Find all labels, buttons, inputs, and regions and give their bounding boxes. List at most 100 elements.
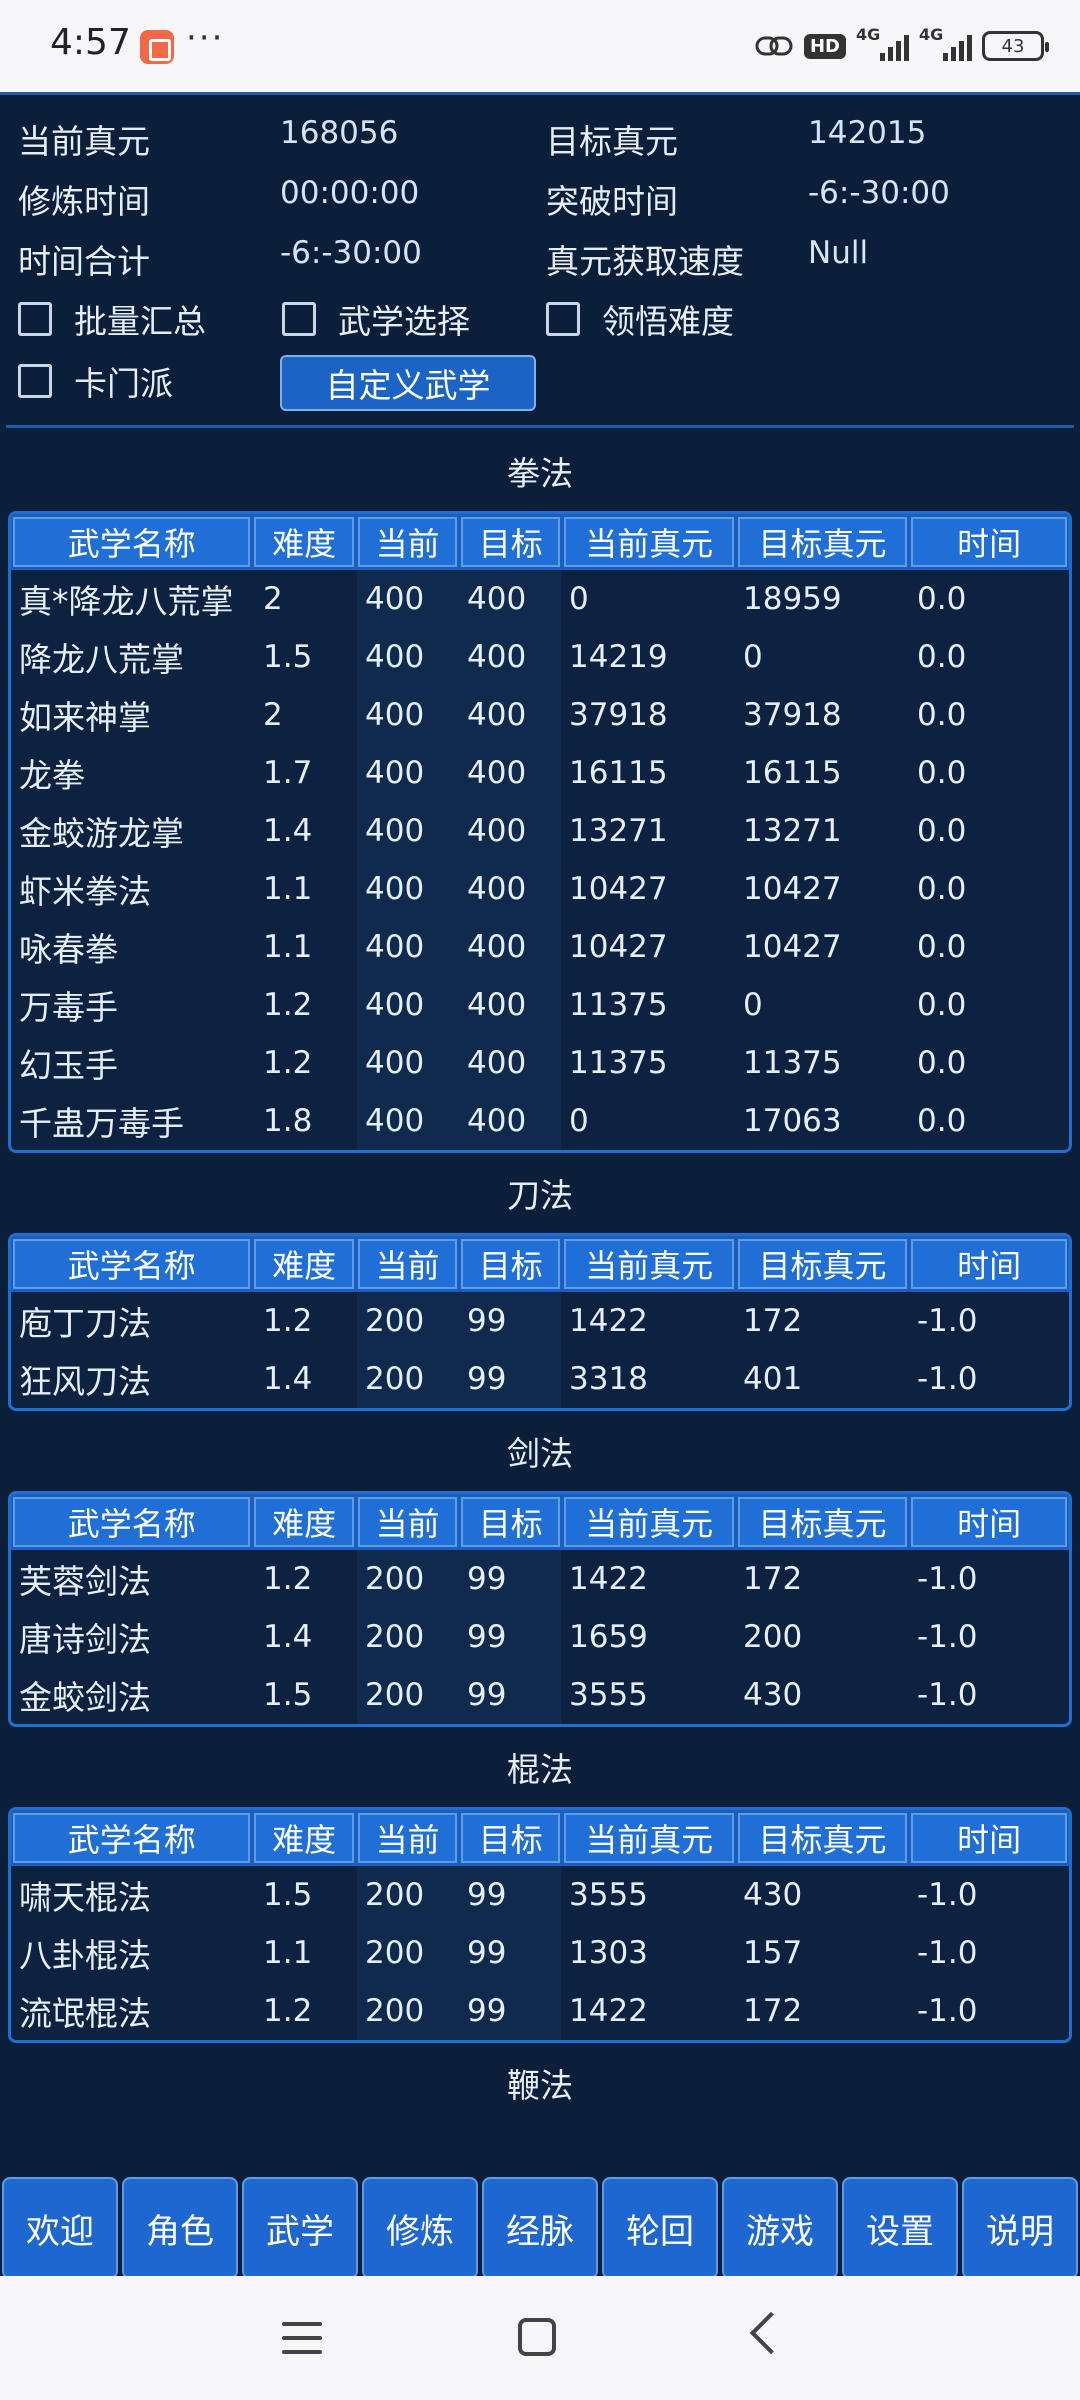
column-header-time[interactable]: 时间 xyxy=(911,1813,1067,1863)
column-header-target[interactable]: 目标 xyxy=(461,517,561,567)
tab-1[interactable]: 角色 xyxy=(122,2177,238,2279)
column-header-target[interactable]: 目标 xyxy=(461,1239,561,1289)
column-header-target[interactable]: 目标 xyxy=(461,1813,561,1863)
column-header-time[interactable]: 时间 xyxy=(911,1497,1067,1547)
cell-tgt-zy: 37918 xyxy=(743,697,842,733)
table-row[interactable]: 咏春拳 1.1 400 400 10427 10427 0.0 xyxy=(11,918,1069,976)
tab-0[interactable]: 欢迎 xyxy=(2,2177,118,2279)
checkbox-icon[interactable] xyxy=(18,302,52,336)
column-header-cur-zy[interactable]: 当前真元 xyxy=(564,1497,734,1547)
section-title: 刀法 xyxy=(507,1176,573,1215)
cell-name: 降龙八荒掌 xyxy=(19,640,184,679)
checkbox-icon[interactable] xyxy=(282,302,316,336)
table-row[interactable]: 流氓棍法 1.2 200 99 1422 172 -1.0 xyxy=(11,1982,1069,2040)
tab-2[interactable]: 武学 xyxy=(242,2177,358,2279)
table-row[interactable]: 狂风刀法 1.4 200 99 3318 401 -1.0 xyxy=(11,1350,1069,1408)
table-row[interactable]: 幻玉手 1.2 400 400 11375 11375 0.0 xyxy=(11,1034,1069,1092)
martial-table: 武学名称 难度 当前 目标 当前真元 目标真元 时间 真*降龙八荒掌 2 400 400 0 18959… xyxy=(8,511,1072,1153)
table-row[interactable]: 金蛟剑法 1.5 200 99 3555 430 -1.0 xyxy=(11,1666,1069,1724)
cell-name: 金蛟游龙掌 xyxy=(19,814,184,853)
column-header-difficulty[interactable]: 难度 xyxy=(254,1813,354,1863)
column-header-current[interactable]: 当前 xyxy=(357,1813,458,1863)
tab-6[interactable]: 游戏 xyxy=(722,2177,838,2279)
column-header-cur-zy[interactable]: 当前真元 xyxy=(564,517,734,567)
column-header-tgt-zy[interactable]: 目标真元 xyxy=(737,1497,908,1547)
home-icon[interactable] xyxy=(518,2318,556,2356)
table-row[interactable]: 如来神掌 2 400 400 37918 37918 0.0 xyxy=(11,686,1069,744)
column-header-tgt-zy[interactable]: 目标真元 xyxy=(737,1813,908,1863)
checkbox-icon[interactable] xyxy=(18,364,52,398)
table-row[interactable]: 龙拳 1.7 400 400 16115 16115 0.0 xyxy=(11,744,1069,802)
batch-checkbox[interactable]: 批量汇总 xyxy=(18,295,206,343)
table-row[interactable]: 唐诗剑法 1.4 200 99 1659 200 -1.0 xyxy=(11,1608,1069,1666)
insight-checkbox[interactable]: 领悟难度 xyxy=(546,295,734,343)
column-header-current[interactable]: 当前 xyxy=(357,1239,458,1289)
column-header-cur-zy[interactable]: 当前真元 xyxy=(564,1813,734,1863)
table-row[interactable]: 千蛊万毒手 1.8 400 400 0 17063 0.0 xyxy=(11,1092,1069,1150)
cell-difficulty: 1.5 xyxy=(263,639,313,675)
tab-4[interactable]: 经脉 xyxy=(482,2177,598,2279)
cell-time: 0.0 xyxy=(917,813,967,849)
martial-list[interactable]: 拳法 武学名称 难度 当前 目标 当前真元 目标真元 时间 真*降龙八荒掌 2 400 400 0 189… xyxy=(0,431,1080,2173)
column-header-name[interactable]: 武学名称 xyxy=(13,1239,251,1289)
table-row[interactable]: 降龙八荒掌 1.5 400 400 14219 0 0.0 xyxy=(11,628,1069,686)
cell-time: 0.0 xyxy=(917,639,967,675)
table-row[interactable]: 金蛟游龙掌 1.4 400 400 13271 13271 0.0 xyxy=(11,802,1069,860)
checkbox-icon[interactable] xyxy=(546,302,580,336)
table-row[interactable]: 虾米拳法 1.1 400 400 10427 10427 0.0 xyxy=(11,860,1069,918)
cell-difficulty: 1.2 xyxy=(263,1303,313,1339)
table-row[interactable]: 庖丁刀法 1.2 200 99 1422 172 -1.0 xyxy=(11,1292,1069,1350)
cell-current: 200 xyxy=(357,1666,459,1724)
cell-cur-zy: 13271 xyxy=(569,813,668,849)
table-row[interactable]: 八卦棍法 1.1 200 99 1303 157 -1.0 xyxy=(11,1924,1069,1982)
cell-difficulty: 1.5 xyxy=(263,1877,313,1913)
martial-select-checkbox[interactable]: 武学选择 xyxy=(282,295,470,343)
cell-time: 0.0 xyxy=(917,697,967,733)
cell-current: 400 xyxy=(357,744,459,802)
cell-time: 0.0 xyxy=(917,1045,967,1081)
cell-difficulty: 1.7 xyxy=(263,755,313,791)
column-header-current[interactable]: 当前 xyxy=(357,517,458,567)
table-header: 武学名称 难度 当前 目标 当前真元 目标真元 时间 xyxy=(11,514,1069,570)
column-header-target[interactable]: 目标 xyxy=(461,1497,561,1547)
column-header-time[interactable]: 时间 xyxy=(911,517,1067,567)
column-header-time[interactable]: 时间 xyxy=(911,1239,1067,1289)
cell-difficulty: 1.2 xyxy=(263,1045,313,1081)
custom-martial-button[interactable]: 自定义武学 xyxy=(280,355,536,411)
column-header-name[interactable]: 武学名称 xyxy=(13,1813,251,1863)
tab-7[interactable]: 设置 xyxy=(842,2177,958,2279)
column-header-difficulty[interactable]: 难度 xyxy=(254,1239,354,1289)
cell-time: -1.0 xyxy=(917,1303,978,1339)
martial-table: 武学名称 难度 当前 目标 当前真元 目标真元 时间 庖丁刀法 1.2 200 99 1422 172 -… xyxy=(8,1233,1072,1411)
column-header-difficulty[interactable]: 难度 xyxy=(254,517,354,567)
column-header-current[interactable]: 当前 xyxy=(357,1497,458,1547)
cell-tgt-zy: 0 xyxy=(743,987,763,1023)
table-row[interactable]: 啸天棍法 1.5 200 99 3555 430 -1.0 xyxy=(11,1866,1069,1924)
menu-icon[interactable] xyxy=(282,2322,322,2354)
total-time-label: 时间合计 xyxy=(18,242,150,281)
cell-cur-zy: 14219 xyxy=(569,639,668,675)
back-icon[interactable] xyxy=(749,2311,793,2355)
tab-5[interactable]: 轮回 xyxy=(602,2177,718,2279)
cell-time: -1.0 xyxy=(917,1993,978,2029)
cell-tgt-zy: 200 xyxy=(743,1619,803,1655)
column-header-difficulty[interactable]: 难度 xyxy=(254,1497,354,1547)
cell-target: 99 xyxy=(459,1866,561,1924)
cell-current: 200 xyxy=(357,1350,459,1408)
column-header-tgt-zy[interactable]: 目标真元 xyxy=(737,517,908,567)
cell-difficulty: 1.4 xyxy=(263,1619,313,1655)
tab-3[interactable]: 修炼 xyxy=(362,2177,478,2279)
column-header-tgt-zy[interactable]: 目标真元 xyxy=(737,1239,908,1289)
column-header-name[interactable]: 武学名称 xyxy=(13,517,251,567)
cell-name: 幻玉手 xyxy=(19,1046,118,1085)
column-header-cur-zy[interactable]: 当前真元 xyxy=(564,1239,734,1289)
total-time-value: -6:-30:00 xyxy=(280,235,422,271)
table-row[interactable]: 真*降龙八荒掌 2 400 400 0 18959 0.0 xyxy=(11,570,1069,628)
column-header-name[interactable]: 武学名称 xyxy=(13,1497,251,1547)
cell-time: 0.0 xyxy=(917,1103,967,1139)
table-row[interactable]: 万毒手 1.2 400 400 11375 0 0.0 xyxy=(11,976,1069,1034)
tab-8[interactable]: 说明 xyxy=(962,2177,1078,2279)
cell-cur-zy: 10427 xyxy=(569,871,668,907)
sect-checkbox[interactable]: 卡门派 xyxy=(18,357,173,405)
table-row[interactable]: 芙蓉剑法 1.2 200 99 1422 172 -1.0 xyxy=(11,1550,1069,1608)
